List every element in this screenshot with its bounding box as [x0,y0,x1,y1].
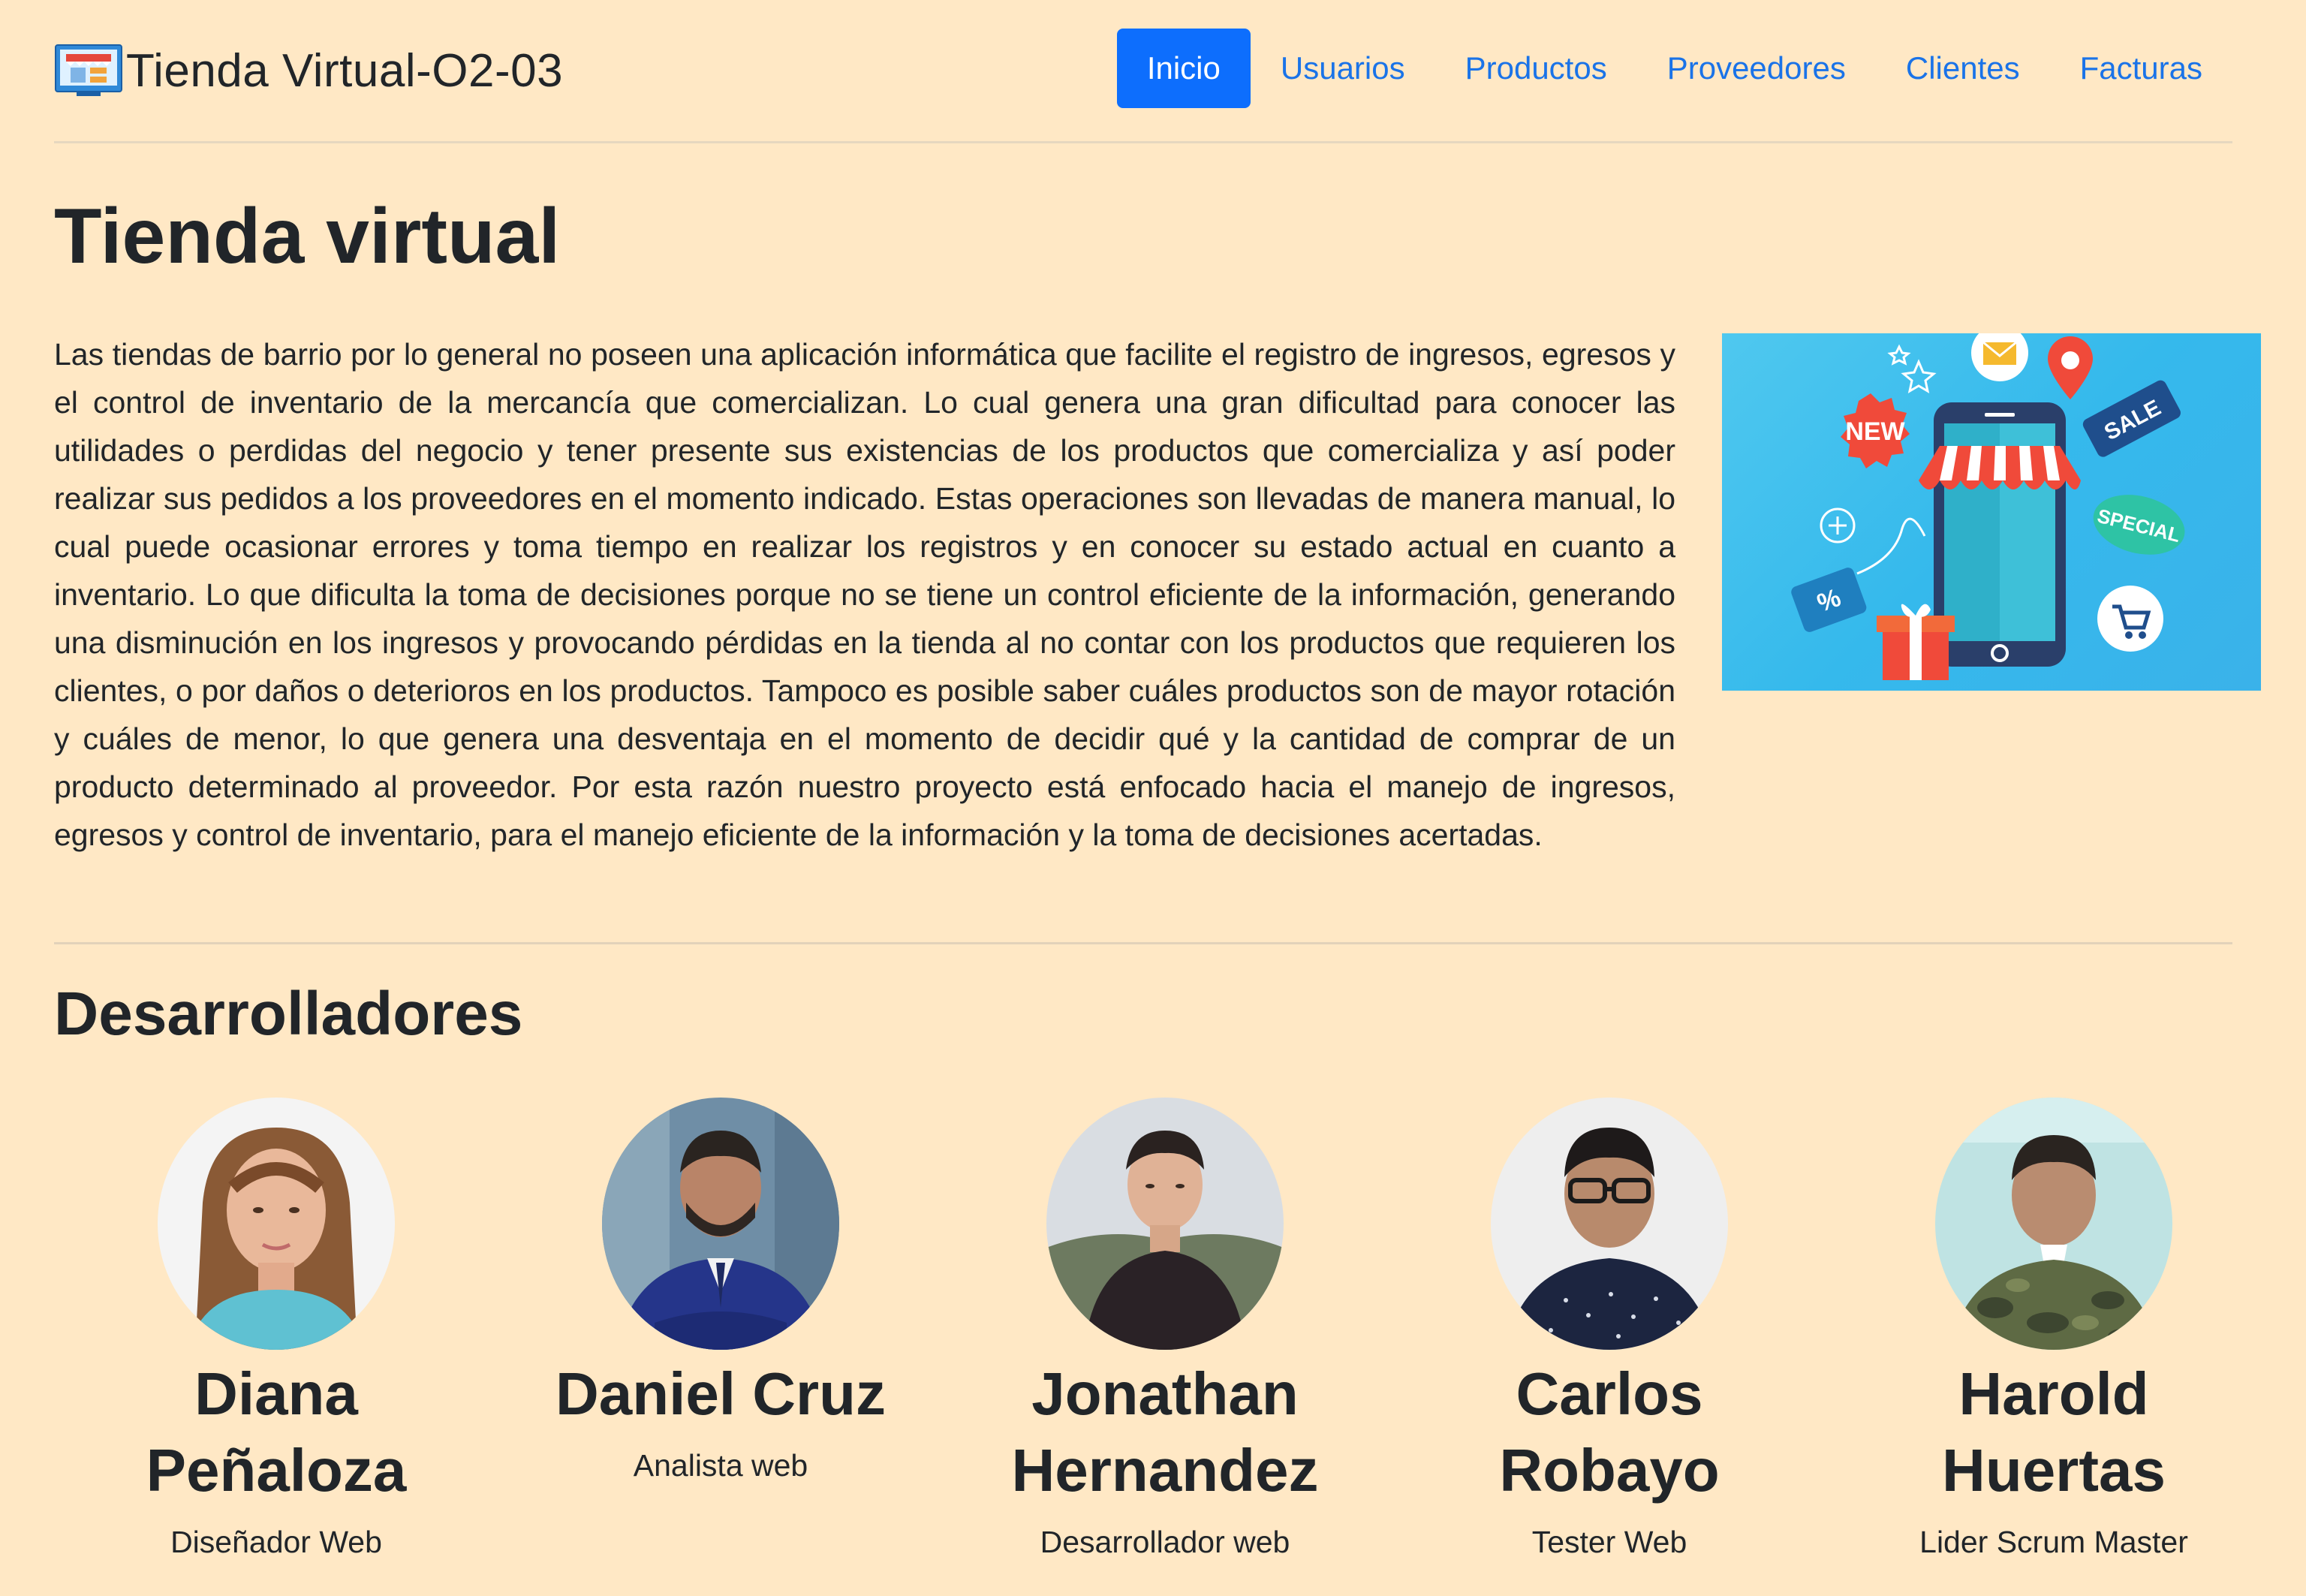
nav-usuarios[interactable]: Usuarios [1251,29,1435,108]
developer-card: Daniel Cruz Analista web [498,1098,943,1488]
page-title: Tienda virtual [54,193,561,280]
brand-title: Tienda Virtual-O2-03 [126,44,564,97]
developer-role: Diseñador Web [170,1525,382,1559]
nav-productos[interactable]: Productos [1435,29,1637,108]
developer-role: Analista web [633,1448,808,1483]
developer-name: Carlos Robayo [1499,1360,1720,1504]
badge-new-text: NEW [1845,417,1905,446]
developers-list: Diana Peñaloza Diseñador Web Daniel Cruz… [54,1098,2276,1593]
developer-name: Harold Huertas [1942,1360,2166,1504]
avatar [1046,1098,1284,1350]
nav-links: Inicio Usuarios Productos Proveedores Cl… [1116,29,2232,108]
avatar [602,1098,839,1350]
ecommerce-illustration: NEW SALE SPECIAL % [1791,333,2185,680]
avatar [158,1098,395,1350]
developer-role: Desarrollador web [1040,1525,1290,1559]
nav-proveedores[interactable]: Proveedores [1637,29,1876,108]
nav-clientes[interactable]: Clientes [1876,29,2050,108]
developer-role: Lider Scrum Master [1919,1525,2188,1559]
developer-card: Jonathan Hernandez Desarrollador web [943,1098,1387,1564]
nav-facturas[interactable]: Facturas [2050,29,2232,108]
avatar [1935,1098,2172,1350]
developer-card: Diana Peñaloza Diseñador Web [54,1098,498,1564]
developer-name: Diana Peñaloza [146,1360,407,1504]
hero-image: NEW SALE SPECIAL % [1722,333,2261,691]
developers-title: Desarrolladores [54,980,523,1048]
avatar [1491,1098,1728,1350]
developer-name: Jonathan Hernandez [1011,1360,1319,1504]
page: Tienda Virtual-O2-03 Inicio Usuarios Pro… [0,0,2306,1596]
store-icon [55,44,122,96]
hero-description: Las tiendas de barrio por lo general no … [54,337,1675,852]
developer-role: Tester Web [1531,1525,1687,1559]
developer-card: Harold Huertas Lider Scrum Master [1832,1098,2276,1564]
brand-link[interactable]: Tienda Virtual-O2-03 [54,41,563,101]
section-divider [54,942,2232,944]
developer-name: Daniel Cruz [555,1360,887,1427]
developer-card: Carlos Robayo Tester Web [1387,1098,1832,1564]
navbar: Tienda Virtual-O2-03 Inicio Usuarios Pro… [54,0,2232,143]
nav-inicio[interactable]: Inicio [1116,29,1251,108]
